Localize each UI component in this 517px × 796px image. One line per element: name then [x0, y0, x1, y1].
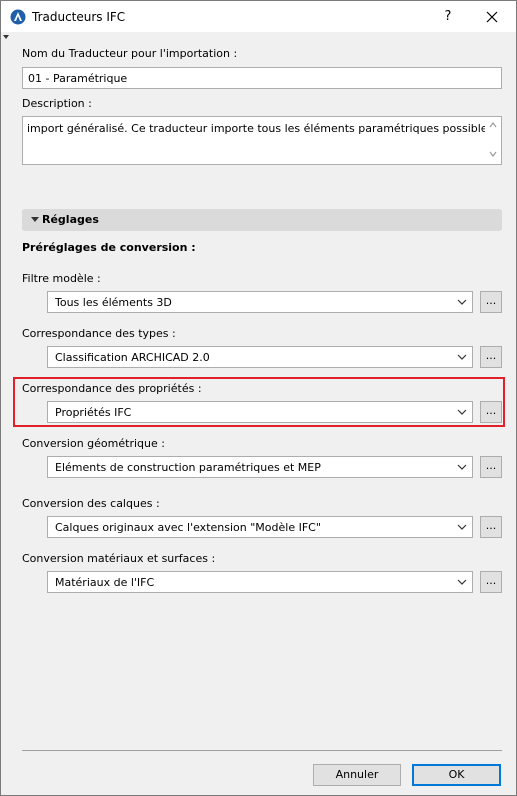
layer-conversion-value: Calques originaux avec l'extension "Modè… [55, 521, 321, 534]
model-filter-value: Tous les éléments 3D [55, 296, 172, 309]
settings-section-title: Réglages [42, 213, 99, 226]
ok-button[interactable]: OK [412, 764, 501, 786]
layer-conversion-browse-button[interactable]: ... [480, 516, 502, 538]
model-filter-label: Filtre modèle : [22, 272, 101, 285]
type-mapping-select[interactable]: Classification ARCHICAD 2.0 [47, 346, 473, 368]
layer-conversion-label: Conversion des calques : [22, 497, 160, 510]
property-mapping-label: Correspondance des propriétés : [22, 382, 202, 395]
material-conversion-select[interactable]: Matériaux de l'IFC [47, 571, 473, 593]
property-mapping-select[interactable]: Propriétés IFC [47, 401, 473, 423]
layer-conversion-select[interactable]: Calques originaux avec l'extension "Modè… [47, 516, 473, 538]
material-conversion-browse-button[interactable]: ... [480, 571, 502, 593]
chevron-down-icon [457, 354, 467, 360]
chevron-down-icon [457, 579, 467, 585]
scroll-down-icon[interactable] [489, 151, 497, 157]
collapse-arrow-icon[interactable] [3, 35, 9, 39]
close-icon [486, 11, 498, 23]
window-title: Traducteurs IFC [32, 10, 126, 24]
model-filter-select[interactable]: Tous les éléments 3D [47, 291, 473, 313]
chevron-down-icon [457, 464, 467, 470]
importer-name-input[interactable]: 01 - Paramétrique [22, 67, 502, 89]
property-mapping-browse-button[interactable]: ... [480, 401, 502, 423]
chevron-down-icon [457, 524, 467, 530]
dialog-window: Traducteurs IFC ? Nom du Traducteur pour… [0, 0, 517, 796]
title-bar[interactable]: Traducteurs IFC ? [1, 1, 516, 32]
importer-name-label: Nom du Traducteur pour l'importation : [22, 47, 238, 60]
close-button[interactable] [477, 5, 507, 29]
geometry-conversion-label: Conversion géométrique : [22, 437, 165, 450]
description-label: Description : [22, 97, 92, 110]
chevron-down-icon [457, 299, 467, 305]
model-filter-browse-button[interactable]: ... [480, 291, 502, 313]
cancel-button[interactable]: Annuler [313, 764, 401, 786]
scroll-up-icon[interactable] [489, 122, 497, 128]
footer-divider [22, 750, 502, 751]
settings-section-header[interactable]: Réglages [22, 209, 502, 231]
material-conversion-label: Conversion matériaux et surfaces : [22, 552, 216, 565]
geometry-conversion-browse-button[interactable]: ... [480, 456, 502, 478]
chevron-down-icon [457, 409, 467, 415]
type-mapping-value: Classification ARCHICAD 2.0 [55, 351, 210, 364]
geometry-conversion-select[interactable]: Eléments de construction paramétriques e… [47, 456, 473, 478]
presets-label: Préréglages de conversion : [22, 241, 196, 254]
geometry-conversion-value: Eléments de construction paramétriques e… [55, 461, 321, 474]
material-conversion-value: Matériaux de l'IFC [55, 576, 155, 589]
description-text: import généralisé. Ce traducteur importe… [27, 122, 497, 135]
type-mapping-browse-button[interactable]: ... [480, 346, 502, 368]
archicad-app-icon [10, 9, 26, 25]
type-mapping-label: Correspondance des types : [22, 327, 176, 340]
property-mapping-value: Propriétés IFC [55, 406, 132, 419]
help-button[interactable]: ? [433, 5, 463, 29]
description-textarea[interactable]: import généralisé. Ce traducteur importe… [22, 116, 502, 165]
description-scrollbar[interactable] [485, 117, 501, 164]
expand-triangle-icon [31, 217, 39, 222]
